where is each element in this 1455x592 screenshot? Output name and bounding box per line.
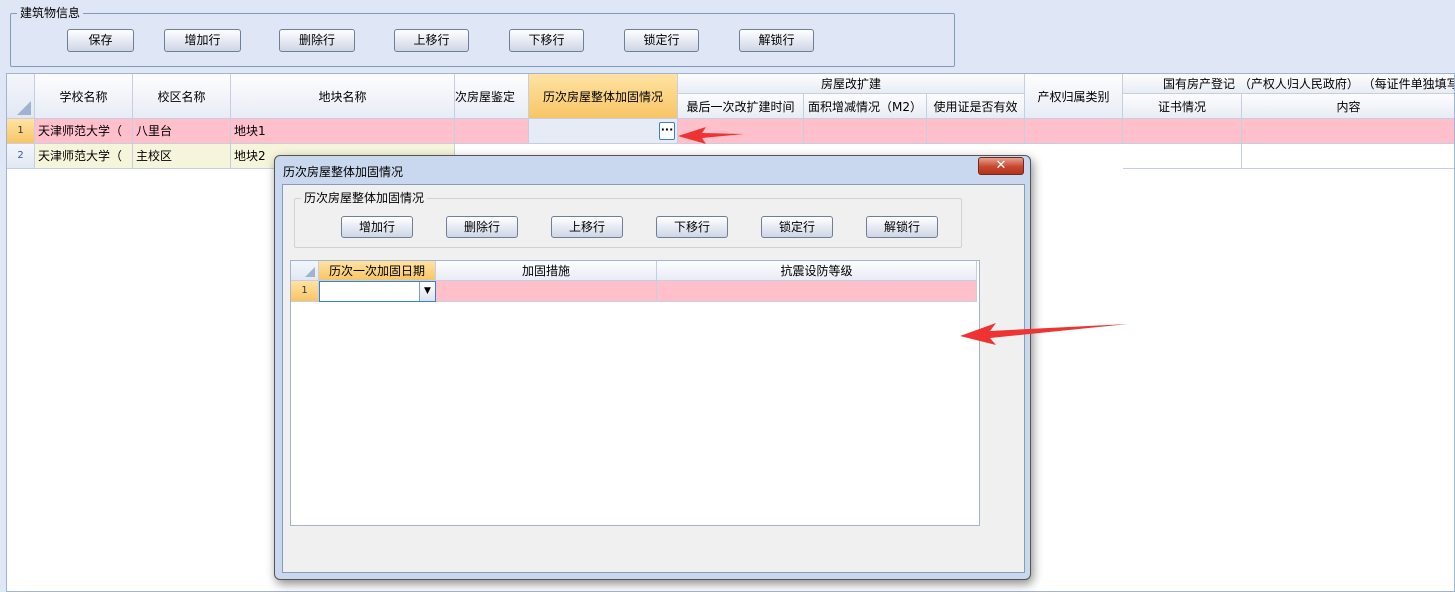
header-reinforcement[interactable]: 历次房屋整体加固情况 [529,74,678,119]
cell-area-change[interactable] [804,119,927,144]
move-up-button[interactable]: 上移行 [394,29,469,52]
close-icon[interactable]: ✕ [978,157,1024,175]
dialog-button-group: 历次房屋整体加固情况 增加行 删除行 上移行 下移行 锁定行 解锁行 [294,191,962,248]
row-number[interactable]: 2 [7,144,35,169]
delete-row-button[interactable]: 删除行 [279,29,355,52]
building-info-group: 建筑物信息 保存 增加行 删除行 上移行 下移行 锁定行 解锁行 [10,6,955,67]
header-campus-name[interactable]: 校区名称 [133,74,231,119]
cell-certificate[interactable] [1123,119,1242,144]
unlock-row-button[interactable]: 解锁行 [739,29,814,52]
header-area-change[interactable]: 面积增减情况（M2） [804,94,927,119]
header-permit-valid[interactable]: 使用证是否有效 [927,94,1025,119]
dialog-move-down-button[interactable]: 下移行 [656,216,728,238]
header-appraisal[interactable]: 次房屋鉴定 [455,74,529,119]
reinforcement-grid: 历次一次加固日期 加固措施 抗震设防等级 1 ▼ [290,260,980,526]
header-registration-group[interactable]: 国有房产登记 （产权人归人民政府） （每证件单独填写 [1123,74,1454,94]
cell-school-name[interactable]: 天津师范大学（ [35,119,133,144]
save-button[interactable]: 保存 [67,29,134,52]
cell-ownership-type[interactable] [1025,119,1123,144]
dialog-lock-row-button[interactable]: 锁定行 [761,216,833,238]
cell-plot-name[interactable]: 地块1 [231,119,455,144]
dialog-move-up-button[interactable]: 上移行 [551,216,623,238]
annotation-arrow-icon [960,323,1128,345]
header-content[interactable]: 内容 [1242,94,1454,119]
reinforcement-dialog: 历次房屋整体加固情况 ✕ 历次房屋整体加固情况 增加行 删除行 上移行 下移行 … [274,155,1031,580]
cell-reinforce-measure[interactable] [436,281,657,302]
dialog-title: 历次房屋整体加固情况 [283,165,404,179]
dialog-group-legend: 历次房屋整体加固情况 [301,191,428,205]
add-row-button[interactable]: 增加行 [164,29,241,52]
row-number[interactable]: 1 [7,119,35,144]
cell-school-name[interactable]: 天津师范大学（ [35,144,133,169]
header-school-name[interactable]: 学校名称 [35,74,133,119]
annotation-arrow-icon [678,127,744,144]
cell-campus-name[interactable]: 主校区 [133,144,231,169]
move-down-button[interactable]: 下移行 [509,29,584,52]
ellipsis-button[interactable]: ··· [659,122,675,140]
header-expansion-group[interactable]: 房屋改扩建 [678,74,1025,94]
subgrid-corner[interactable] [291,261,319,281]
header-last-expansion-time[interactable]: 最后一次改扩建时间 [678,94,804,119]
header-certificate[interactable]: 证书情况 [1123,94,1242,119]
header-seismic-level[interactable]: 抗震设防等级 [657,261,977,281]
chevron-down-icon[interactable]: ▼ [419,282,435,301]
building-info-legend: 建筑物信息 [17,6,84,20]
header-reinforce-measure[interactable]: 加固措施 [436,261,657,281]
dialog-unlock-row-button[interactable]: 解锁行 [866,216,938,238]
cell-reinforce-date-dropdown[interactable]: ▼ [319,281,436,302]
dialog-delete-row-button[interactable]: 删除行 [446,216,518,238]
row-number[interactable]: 1 [291,281,319,302]
cell-content[interactable] [1242,144,1454,169]
cell-certificate[interactable] [1123,144,1242,169]
cell-content[interactable] [1242,119,1454,144]
cell-seismic-level[interactable] [657,281,977,302]
header-reinforce-date[interactable]: 历次一次加固日期 [319,261,436,281]
dialog-body: 历次房屋整体加固情况 增加行 删除行 上移行 下移行 锁定行 解锁行 历次一次加… [282,184,1025,573]
cell-permit-valid[interactable] [927,119,1025,144]
header-plot-name[interactable]: 地块名称 [231,74,455,119]
cell-reinforcement[interactable]: ··· [529,119,678,144]
lock-row-button[interactable]: 锁定行 [624,29,699,52]
grid-corner[interactable] [7,74,35,119]
cell-appraisal[interactable] [455,119,529,144]
header-ownership-type[interactable]: 产权归属类别 [1025,74,1123,119]
cell-campus-name[interactable]: 八里台 [133,119,231,144]
dialog-add-row-button[interactable]: 增加行 [341,216,413,238]
